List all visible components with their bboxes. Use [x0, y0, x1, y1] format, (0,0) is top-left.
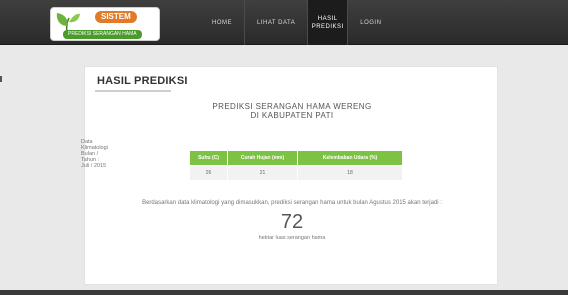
table-header-row: Suhu (C) Curah Hujan (mm) Kelembaban Uda… — [189, 150, 403, 166]
prediction-title-line2: DI KABUPATEN PATI — [250, 111, 334, 120]
content-card: HASIL PREDIKSI PREDIKSI SERANGAN HAMA WE… — [81, 66, 498, 285]
table-row: 26 21 18 — [189, 165, 403, 181]
brand-subtitle: PREDIKSI SERANGAN HAMA — [63, 30, 142, 39]
prediction-value: 72 — [280, 211, 304, 233]
nav-hasil-prediksi[interactable]: HASIL PREDIKSI — [307, 0, 348, 45]
col-header-curah-hujan: Curah Hujan (mm) — [227, 150, 298, 166]
main-nav: HOME LIHAT DATA HASIL PREDIKSI LOGIN — [200, 0, 393, 45]
top-navbar: SISTEM PREDIKSI SERANGAN HAMA HOME LIHAT… — [0, 0, 568, 45]
col-header-suhu: Suhu (C) — [189, 150, 228, 166]
nav-lihat-data[interactable]: LIHAT DATA — [244, 0, 307, 45]
data-period-label: Data Klimatologi Bulan / Tahun : Juli / … — [81, 139, 108, 169]
climate-data-table: Suhu (C) Curah Hujan (mm) Kelembaban Uda… — [189, 150, 403, 181]
nav-login[interactable]: LOGIN — [347, 0, 393, 45]
cell-suhu: 26 — [189, 165, 228, 181]
prediction-unit: hektar luas serangan hama — [258, 235, 326, 241]
brand-logo[interactable]: SISTEM PREDIKSI SERANGAN HAMA — [50, 7, 160, 41]
scroll-edge-marker — [0, 76, 2, 82]
prediction-title-line1: PREDIKSI SERANGAN HAMA WERENG — [212, 102, 372, 111]
heading-underline — [95, 90, 171, 92]
brand-title: SISTEM — [95, 11, 137, 23]
page-title: HASIL PREDIKSI — [97, 75, 188, 87]
cell-kelembaban: 18 — [297, 165, 403, 181]
cell-curah-hujan: 21 — [227, 165, 298, 181]
col-header-kelembaban: Kelembaban Udara (%) — [297, 150, 403, 166]
footer-bar — [0, 290, 568, 295]
prediction-sentence: Berdasarkan data klimatologi yang dimasu… — [142, 200, 442, 206]
nav-home[interactable]: HOME — [200, 0, 244, 45]
